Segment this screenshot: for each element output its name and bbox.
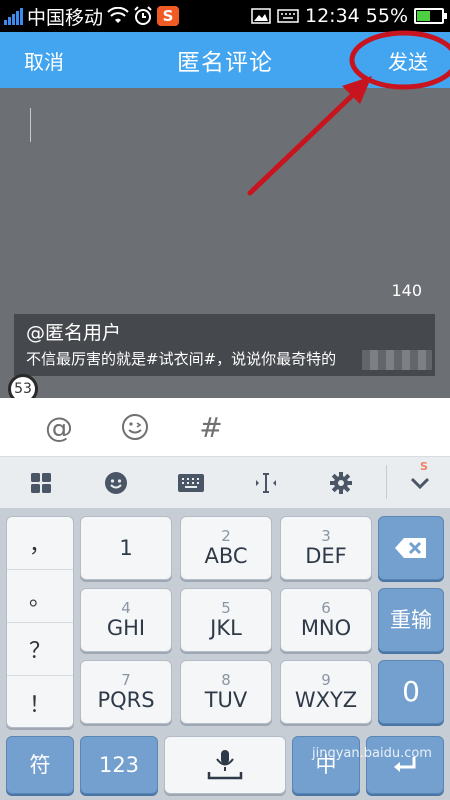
key-sub: 9 xyxy=(321,671,331,689)
key-sub: 2 xyxy=(221,527,231,545)
cursor-icon[interactable] xyxy=(241,463,291,503)
key-jkl[interactable]: 5 JKL xyxy=(180,588,272,652)
reenter-button[interactable]: 重输 xyxy=(378,588,444,652)
battery-percent: 55% xyxy=(365,5,408,27)
sogou-mark-icon: S xyxy=(420,460,428,473)
emoji-icon[interactable] xyxy=(120,412,150,442)
compose-area[interactable]: 140 @匿名用户 不信最厉害的就是#试衣间#，说说你最奇特的 53 xyxy=(0,88,450,404)
punct-exclaim[interactable]: ！ xyxy=(7,676,73,729)
key-sub: 7 xyxy=(121,671,131,689)
page-title: 匿名评论 xyxy=(177,50,273,76)
key-label: MNO xyxy=(300,616,352,640)
language-button[interactable]: 中 xyxy=(292,736,360,794)
keyboard-switch-icon[interactable] xyxy=(166,463,216,503)
key-zero[interactable]: 0 xyxy=(378,660,444,724)
toolbar-divider xyxy=(386,465,387,499)
char-counter: 140 xyxy=(391,281,422,300)
quoted-user: @匿名用户 xyxy=(26,322,122,344)
key-abc[interactable]: 2 ABC xyxy=(180,516,272,580)
key-label: GHI xyxy=(106,616,146,640)
key-mno[interactable]: 6 MNO xyxy=(280,588,372,652)
quoted-text: 不信最厉害的就是#试衣间#，说说你最奇特的 xyxy=(26,350,337,368)
key-label: 123 xyxy=(98,753,140,777)
key-tuv[interactable]: 8 TUV xyxy=(180,660,272,724)
key-label: 0 xyxy=(402,675,420,708)
header-bar: 取消 匿名评论 发送 xyxy=(0,32,450,88)
key-sub: 3 xyxy=(321,527,331,545)
keyboard-icon xyxy=(277,9,299,23)
at-label: @ xyxy=(45,410,73,444)
blurred-text xyxy=(362,350,432,370)
key-label: ABC xyxy=(204,544,248,568)
battery-icon xyxy=(414,8,447,24)
microphone-icon xyxy=(207,750,243,780)
grid-icon[interactable] xyxy=(16,463,66,503)
key-label: TUV xyxy=(204,688,248,712)
quoted-post: @匿名用户 不信最厉害的就是#试衣间#，说说你最奇特的 xyxy=(14,314,435,376)
numeric-button[interactable]: 123 xyxy=(80,736,158,794)
text-caret xyxy=(30,108,31,142)
key-ghi[interactable]: 4 GHI xyxy=(80,588,172,652)
key-wxyz[interactable]: 9 WXYZ xyxy=(280,660,372,724)
clock-time: 12:34 xyxy=(305,5,360,27)
key-label: PQRS xyxy=(97,688,155,712)
symbol-button[interactable]: 符 xyxy=(6,736,74,794)
backspace-icon xyxy=(395,538,426,558)
signal-icon xyxy=(4,7,23,25)
space-button[interactable] xyxy=(164,736,286,794)
punctuation-column[interactable]: ， 。 ？ ！ xyxy=(6,516,74,728)
cancel-button[interactable]: 取消 xyxy=(24,46,64,75)
keyboard: ， 。 ？ ！ 1 2 ABC 3 DEF 4 GHI 5 JKL 6 MNO … xyxy=(0,508,450,800)
key-label: JKL xyxy=(210,616,242,640)
carrier-name: 中国移动 xyxy=(27,6,104,29)
punct-comma[interactable]: ， xyxy=(7,517,73,570)
backspace-button[interactable] xyxy=(378,516,444,580)
smiley-icon[interactable] xyxy=(91,463,141,503)
gear-icon[interactable] xyxy=(316,463,366,503)
watermark: jingyan.baidu.com xyxy=(312,746,432,761)
key-1[interactable]: 1 xyxy=(80,516,172,580)
key-pqrs[interactable]: 7 PQRS xyxy=(80,660,172,724)
key-sub: 6 xyxy=(321,599,331,617)
key-sub: 4 xyxy=(121,599,131,617)
send-button[interactable]: 发送 xyxy=(388,46,428,75)
compose-toolbar: @ # xyxy=(0,398,450,456)
key-label: 符 xyxy=(29,753,51,777)
hashtag-icon[interactable]: # xyxy=(196,410,226,444)
ime-toolbar: S xyxy=(0,456,450,508)
sogou-icon: S xyxy=(157,6,180,26)
key-label: DEF xyxy=(305,544,347,568)
key-label: 1 xyxy=(119,536,133,560)
key-label: 重输 xyxy=(390,608,432,632)
punct-period[interactable]: 。 xyxy=(7,570,73,623)
image-icon xyxy=(251,8,271,24)
key-def[interactable]: 3 DEF xyxy=(280,516,372,580)
wifi-icon xyxy=(107,7,129,23)
enter-button[interactable] xyxy=(366,736,444,794)
key-sub: 8 xyxy=(221,671,231,689)
punct-question[interactable]: ？ xyxy=(7,623,73,676)
at-icon[interactable]: @ xyxy=(44,410,74,444)
alarm-icon xyxy=(134,6,152,25)
status-bar: 中国移动 S 12:34 55% xyxy=(0,0,450,32)
key-label: WXYZ xyxy=(294,688,358,712)
key-sub: 5 xyxy=(221,599,231,617)
hashtag-label: # xyxy=(199,410,223,444)
